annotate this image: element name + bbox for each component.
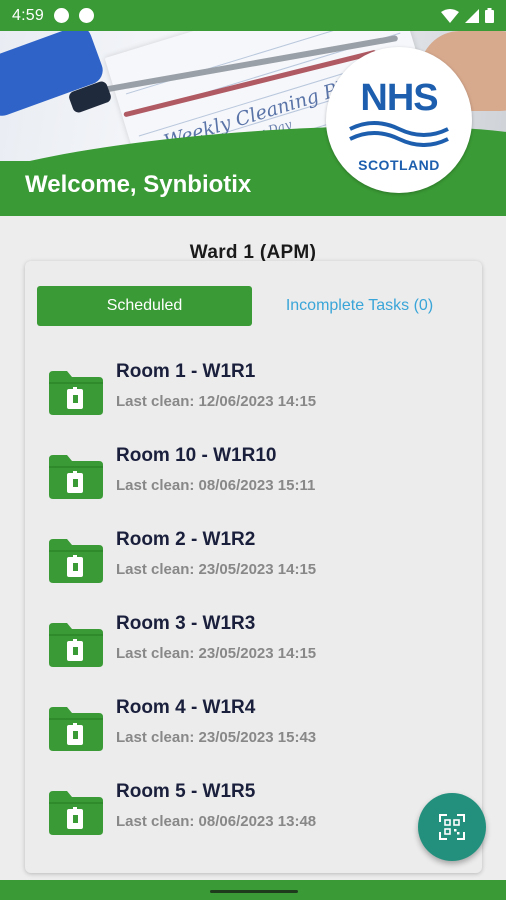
room-name: Room 1 - W1R1 <box>116 361 256 382</box>
logo-wave-icon <box>349 121 449 147</box>
room-last-clean: Last clean: 23/05/2023 14:15 <box>116 645 317 662</box>
room-list-item[interactable]: Room 1 - W1R1 Last clean: 12/06/2023 14:… <box>25 361 482 445</box>
room-list-item[interactable]: Room 3 - W1R3 Last clean: 23/05/2023 14:… <box>25 613 482 697</box>
folder-clipboard-icon <box>49 539 103 583</box>
room-list-item[interactable]: Room 4 - W1R4 Last clean: 23/05/2023 15:… <box>25 697 482 781</box>
status-icons <box>441 8 494 23</box>
status-time: 4:59 <box>12 6 44 24</box>
rooms-card: Scheduled Incomplete Tasks (0) Room 1 - … <box>25 261 482 873</box>
gesture-handle[interactable] <box>210 890 298 893</box>
welcome-heading: Welcome, Synbiotix <box>25 171 252 198</box>
folder-clipboard-icon <box>49 791 103 835</box>
room-list-item[interactable]: Room 5 - W1R5 Last clean: 08/06/2023 13:… <box>25 781 482 865</box>
room-list-item[interactable]: Room 10 - W1R10 Last clean: 08/06/2023 1… <box>25 445 482 529</box>
folder-clipboard-icon <box>49 623 103 667</box>
room-name: Room 3 - W1R3 <box>116 613 256 634</box>
logo-main-text: NHS <box>360 77 438 119</box>
room-last-clean: Last clean: 23/05/2023 15:43 <box>116 729 317 746</box>
nhs-scotland-logo: NHS SCOTLAND <box>326 47 472 193</box>
room-list-item[interactable]: Room 2 - W1R2 Last clean: 23/05/2023 14:… <box>25 529 482 613</box>
notification-dot-icon <box>53 8 69 23</box>
room-last-clean: Last clean: 08/06/2023 13:48 <box>116 813 317 830</box>
room-last-clean: Last clean: 23/05/2023 14:15 <box>116 561 317 578</box>
folder-clipboard-icon <box>49 455 103 499</box>
scan-qr-button[interactable] <box>418 793 486 861</box>
notification-dot-icon <box>78 8 94 23</box>
status-bar: 4:59 <box>0 0 506 31</box>
wifi-icon <box>441 8 459 23</box>
tab-incomplete-tasks[interactable]: Incomplete Tasks (0) <box>252 286 467 326</box>
signal-icon <box>465 8 479 23</box>
logo-sub-text: SCOTLAND <box>358 157 440 173</box>
header: Weekly Cleaning Plan Every Day NHS SCOTL… <box>0 31 506 216</box>
tab-scheduled[interactable]: Scheduled <box>37 286 252 326</box>
room-last-clean: Last clean: 08/06/2023 15:11 <box>116 477 316 494</box>
qr-scan-icon <box>439 814 465 840</box>
room-name: Room 5 - W1R5 <box>116 781 256 802</box>
room-name: Room 2 - W1R2 <box>116 529 256 550</box>
folder-clipboard-icon <box>49 371 103 415</box>
room-last-clean: Last clean: 12/06/2023 14:15 <box>116 393 317 410</box>
room-name: Room 10 - W1R10 <box>116 445 277 466</box>
room-name: Room 4 - W1R4 <box>116 697 256 718</box>
folder-clipboard-icon <box>49 707 103 751</box>
tab-bar: Scheduled Incomplete Tasks (0) <box>37 286 467 326</box>
battery-icon <box>485 8 494 23</box>
